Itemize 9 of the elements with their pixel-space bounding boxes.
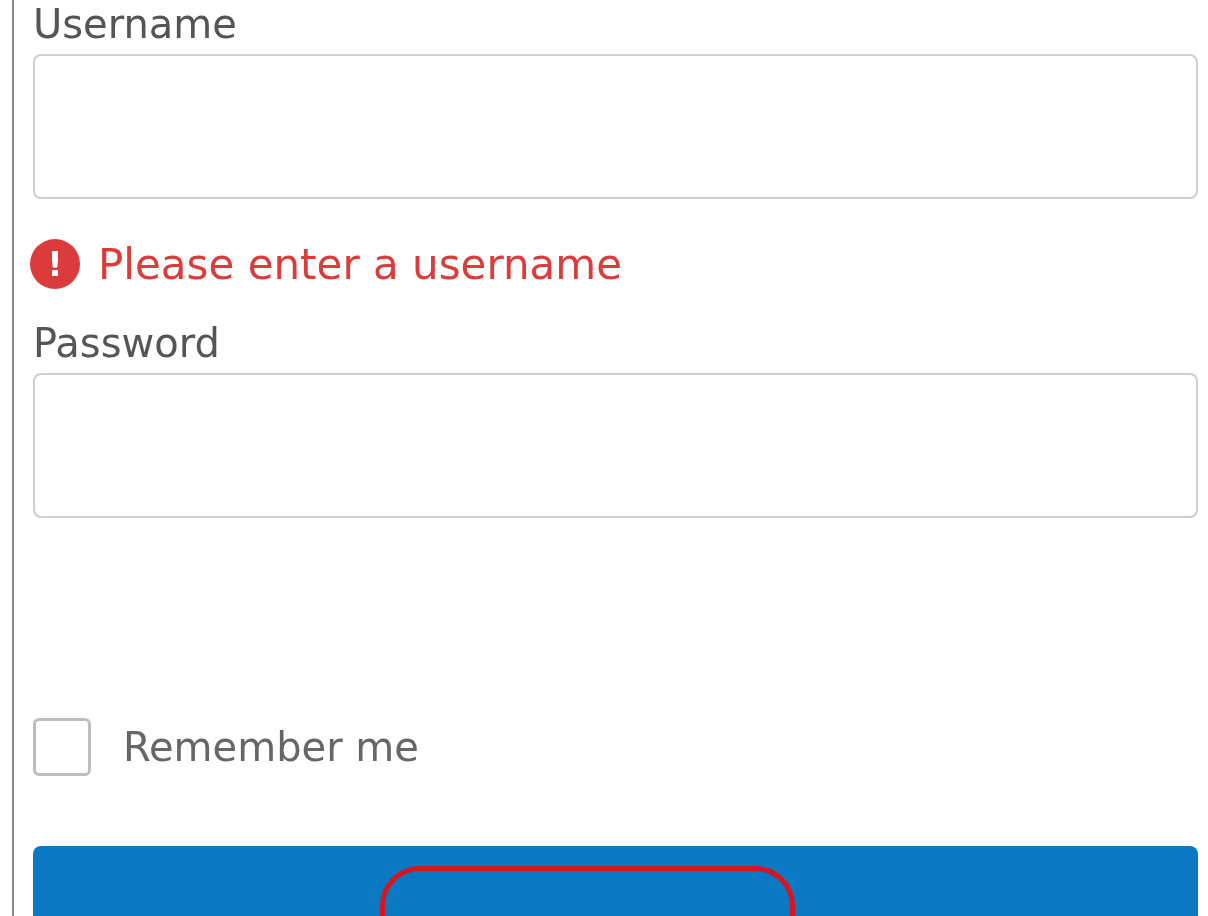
input-field[interactable] <box>33 54 1198 199</box>
checkbox-label[interactable]: Remember me <box>123 724 419 770</box>
checkbox[interactable] <box>33 718 91 776</box>
error-icon: ! <box>30 239 80 289</box>
submit-button[interactable] <box>33 846 1198 916</box>
field-label: Username <box>33 0 238 48</box>
error-message: Please enter a username <box>98 239 623 289</box>
input-field[interactable] <box>33 373 1198 518</box>
field-label: Password <box>33 319 221 367</box>
